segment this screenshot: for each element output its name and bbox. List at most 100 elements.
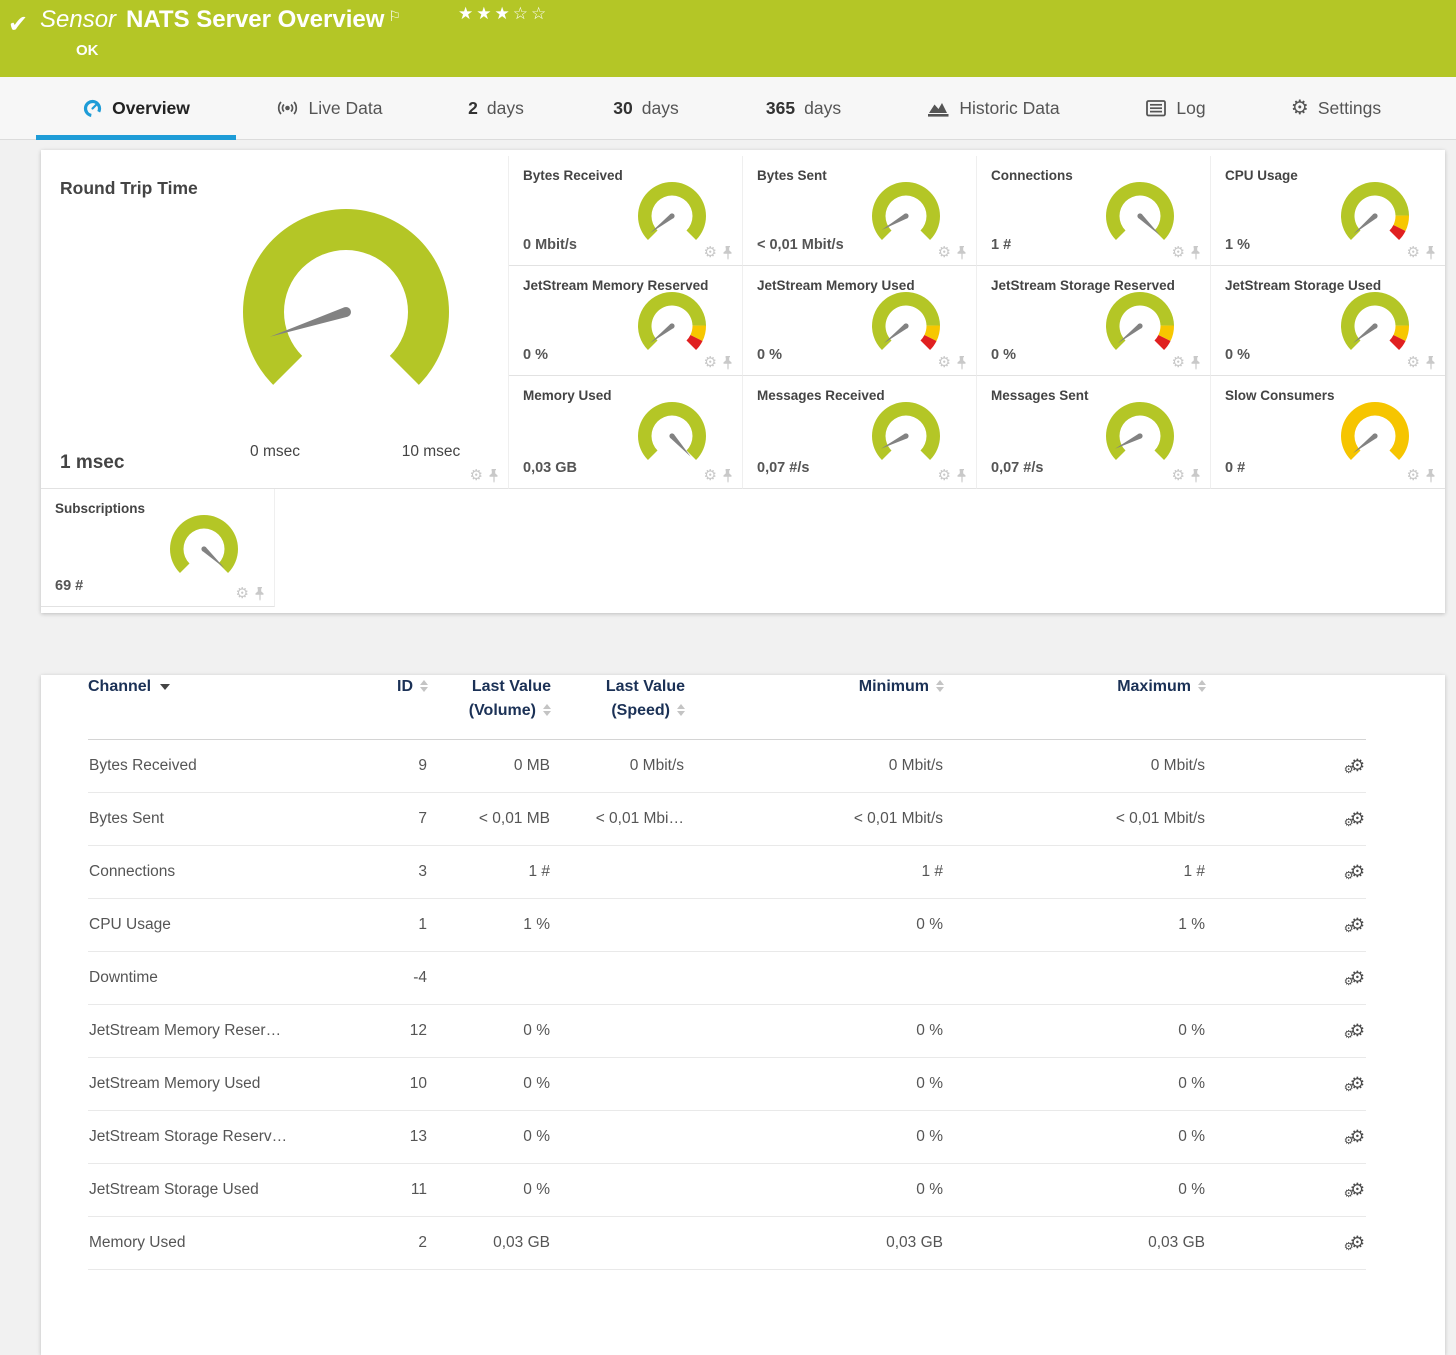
gauge-value: 0 % — [991, 347, 1016, 363]
gear-icon[interactable]: ⚙ — [1407, 468, 1420, 483]
gauge-scale-max: 10 msec — [376, 443, 486, 461]
gauge-icon — [82, 98, 103, 119]
gauge-tile-jetstream-memory-reserved: JetStream Memory Reserved0 %⚙ — [509, 266, 743, 376]
gauge-tile-connections: Connections1 #⚙ — [977, 156, 1211, 266]
column-header-minimum[interactable]: Minimum — [685, 675, 944, 740]
max-cell — [944, 952, 1206, 1005]
gear-icon[interactable]: ⚙ — [938, 245, 951, 260]
gear-icon[interactable]: ⚙ — [470, 468, 483, 483]
channel-settings-gears-icon[interactable]: ⚙⚙ — [1350, 757, 1365, 774]
gear-icon[interactable]: ⚙ — [1407, 245, 1420, 260]
column-header-id[interactable]: ID — [388, 675, 428, 740]
pin-icon[interactable] — [956, 356, 968, 370]
pin-icon[interactable] — [722, 246, 734, 260]
pin-icon[interactable] — [1190, 356, 1202, 370]
tab-30-days[interactable]: 30days — [571, 77, 721, 139]
gauge-title: Round Trip Time — [60, 178, 198, 199]
id-cell: 11 — [388, 1164, 428, 1217]
gear-icon[interactable]: ⚙ — [938, 355, 951, 370]
column-header-maximum[interactable]: Maximum — [944, 675, 1206, 740]
gauge-tile-jetstream-storage-used: JetStream Storage Used0 %⚙ — [1211, 266, 1445, 376]
gauge-tile-memory-used: Memory Used0,03 GB⚙ — [509, 376, 743, 489]
max-cell: < 0,01 Mbit/s — [944, 793, 1206, 846]
id-cell: 13 — [388, 1111, 428, 1164]
pin-icon[interactable] — [956, 246, 968, 260]
tab-log[interactable]: Log — [1101, 77, 1251, 139]
status-badge: OK — [76, 42, 99, 59]
pin-icon[interactable] — [254, 587, 266, 601]
channel-settings-gears-icon[interactable]: ⚙⚙ — [1350, 863, 1365, 880]
gauge-chart — [154, 507, 254, 591]
speed-cell — [551, 1164, 685, 1217]
column-header-last-value-volume[interactable]: Last Value(Volume) — [428, 675, 551, 740]
tab-365-days[interactable]: 365days — [721, 77, 886, 139]
gear-icon[interactable]: ⚙ — [704, 355, 717, 370]
gauge-value: 0 # — [1225, 460, 1245, 476]
gauge-value: 0,03 GB — [523, 460, 577, 476]
channel-settings-gears-icon[interactable]: ⚙⚙ — [1350, 1075, 1365, 1092]
pin-icon[interactable] — [1425, 246, 1437, 260]
gauge-tile-cpu-usage: CPU Usage1 %⚙ — [1211, 156, 1445, 266]
gauge-tile-slow-consumers: Slow Consumers0 #⚙ — [1211, 376, 1445, 489]
volume-cell — [428, 952, 551, 1005]
pin-icon[interactable] — [488, 469, 500, 483]
pin-icon[interactable] — [722, 469, 734, 483]
gear-icon[interactable]: ⚙ — [236, 586, 249, 601]
max-cell: 0 % — [944, 1005, 1206, 1058]
tab-settings[interactable]: ⚙Settings — [1251, 77, 1421, 139]
gear-icon[interactable]: ⚙ — [938, 468, 951, 483]
channel-settings-gears-icon[interactable]: ⚙⚙ — [1350, 810, 1365, 827]
min-cell: 1 # — [685, 846, 944, 899]
gauge-value: 0,07 #/s — [757, 460, 809, 476]
gear-icon[interactable]: ⚙ — [1172, 468, 1185, 483]
channel-settings-gears-icon[interactable]: ⚙⚙ — [1350, 969, 1365, 986]
round-trip-time-tile: Round Trip Time 0 msec 10 msec 1 msec ⚙ — [41, 156, 509, 489]
tab-bar: OverviewLive Data2days30days365daysHisto… — [0, 77, 1456, 140]
volume-cell: 0 % — [428, 1164, 551, 1217]
table-row-jetstream-memory-used: JetStream Memory Used100 %0 %0 %⚙⚙ — [88, 1058, 1366, 1111]
id-cell: 1 — [388, 899, 428, 952]
gear-icon[interactable]: ⚙ — [1172, 245, 1185, 260]
gauge-value: 69 # — [55, 578, 83, 594]
tab-number: 30 — [613, 98, 632, 119]
pin-icon[interactable] — [1190, 469, 1202, 483]
channel-settings-gears-icon[interactable]: ⚙⚙ — [1350, 1234, 1365, 1251]
min-cell: < 0,01 Mbit/s — [685, 793, 944, 846]
column-header-channel[interactable]: Channel — [88, 675, 388, 740]
id-cell: 3 — [388, 846, 428, 899]
channel-cell: Connections — [88, 846, 388, 899]
gauge-chart — [1090, 394, 1190, 478]
channels-table: Channel ID Last Value(Volume) Last Value… — [88, 675, 1366, 1270]
gear-icon[interactable]: ⚙ — [704, 468, 717, 483]
gear-icon[interactable]: ⚙ — [1407, 355, 1420, 370]
column-header-last-value-speed[interactable]: Last Value(Speed) — [551, 675, 685, 740]
priority-stars[interactable]: ★★★☆☆ — [458, 4, 549, 24]
round-trip-time-gauge — [191, 194, 501, 434]
channel-cell: JetStream Storage Reserv… — [88, 1111, 388, 1164]
max-cell: 0 % — [944, 1111, 1206, 1164]
channel-settings-gears-icon[interactable]: ⚙⚙ — [1350, 1022, 1365, 1039]
pin-icon[interactable] — [1425, 356, 1437, 370]
tab-overview[interactable]: Overview — [36, 77, 236, 139]
gear-icon[interactable]: ⚙ — [704, 245, 717, 260]
tab-historic-data[interactable]: Historic Data — [886, 77, 1101, 139]
sort-icon — [420, 680, 428, 693]
speed-cell — [551, 952, 685, 1005]
channel-settings-gears-icon[interactable]: ⚙⚙ — [1350, 916, 1365, 933]
gauge-chart — [856, 394, 956, 478]
channels-panel: Channel ID Last Value(Volume) Last Value… — [41, 675, 1445, 1355]
channel-settings-gears-icon[interactable]: ⚙⚙ — [1350, 1181, 1365, 1198]
tab-number: 365 — [766, 98, 795, 119]
tab-live-data[interactable]: Live Data — [236, 77, 421, 139]
gear-icon: ⚙ — [1291, 98, 1309, 118]
pin-icon[interactable] — [1425, 469, 1437, 483]
max-cell: 0 Mbit/s — [944, 740, 1206, 793]
flag-icon[interactable]: ⚐ — [388, 8, 401, 24]
gauge-chart — [622, 394, 722, 478]
pin-icon[interactable] — [1190, 246, 1202, 260]
pin-icon[interactable] — [722, 356, 734, 370]
tab-2-days[interactable]: 2days — [421, 77, 571, 139]
pin-icon[interactable] — [956, 469, 968, 483]
channel-settings-gears-icon[interactable]: ⚙⚙ — [1350, 1128, 1365, 1145]
gear-icon[interactable]: ⚙ — [1172, 355, 1185, 370]
